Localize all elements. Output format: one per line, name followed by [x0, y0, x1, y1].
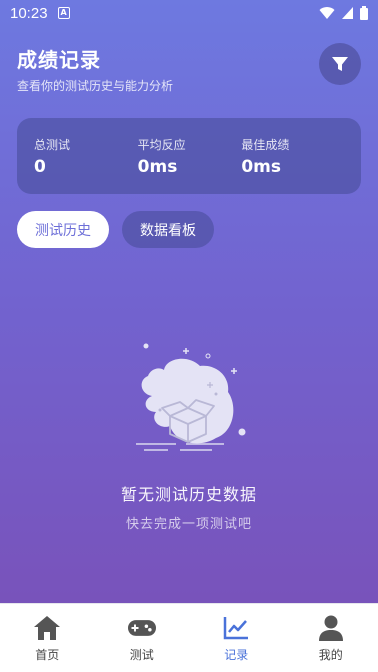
nav-label: 首页 — [35, 648, 60, 662]
status-time: 10:23 — [10, 4, 48, 22]
stat-value: 0 — [34, 157, 46, 177]
battery-icon — [360, 6, 368, 20]
notification-a-icon: A — [57, 7, 70, 19]
nav-item-records[interactable]: 记录 — [189, 604, 284, 672]
empty-box-icon — [136, 343, 246, 451]
nav-item-profile[interactable]: 我的 — [284, 604, 378, 672]
gamepad-icon — [127, 614, 156, 642]
tab-dashboard[interactable]: 数据看板 — [122, 211, 214, 248]
stat-label: 平均反应 — [137, 138, 186, 152]
stat-total-tests: 总测试 0 — [34, 136, 138, 194]
stat-label: 最佳成绩 — [241, 138, 290, 152]
stat-label: 总测试 — [34, 138, 71, 152]
nav-label: 测试 — [129, 648, 154, 662]
page-title: 成绩记录 — [17, 48, 101, 72]
bottom-nav: 首页 测试 记录 我的 — [0, 603, 378, 672]
empty-state-title: 暂无测试历史数据 — [120, 485, 257, 504]
signal-icon — [342, 7, 353, 19]
empty-state-subtitle: 快去完成一项测试吧 — [125, 517, 252, 532]
stat-value: 0ms — [137, 157, 178, 177]
status-bar: 10:23 A — [0, 0, 378, 26]
status-icons — [319, 6, 368, 20]
stats-card: 总测试 0 平均反应 0ms 最佳成绩 0ms — [17, 118, 361, 194]
nav-item-home[interactable]: 首页 — [0, 604, 95, 672]
nav-item-test[interactable]: 测试 — [95, 604, 190, 672]
filter-button[interactable] — [319, 43, 361, 85]
chart-icon — [222, 614, 250, 642]
home-icon — [33, 614, 61, 642]
stat-best-score: 最佳成绩 0ms — [241, 136, 345, 194]
page-subtitle: 查看你的测试历史与能力分析 — [17, 79, 174, 93]
filter-icon — [332, 57, 348, 71]
wifi-icon — [319, 7, 335, 20]
nav-label: 我的 — [318, 648, 343, 662]
stat-value: 0ms — [241, 157, 282, 177]
user-icon — [317, 614, 345, 642]
nav-label: 记录 — [224, 648, 249, 662]
stat-average-reaction: 平均反应 0ms — [138, 136, 242, 194]
tab-history[interactable]: 测试历史 — [17, 211, 109, 248]
